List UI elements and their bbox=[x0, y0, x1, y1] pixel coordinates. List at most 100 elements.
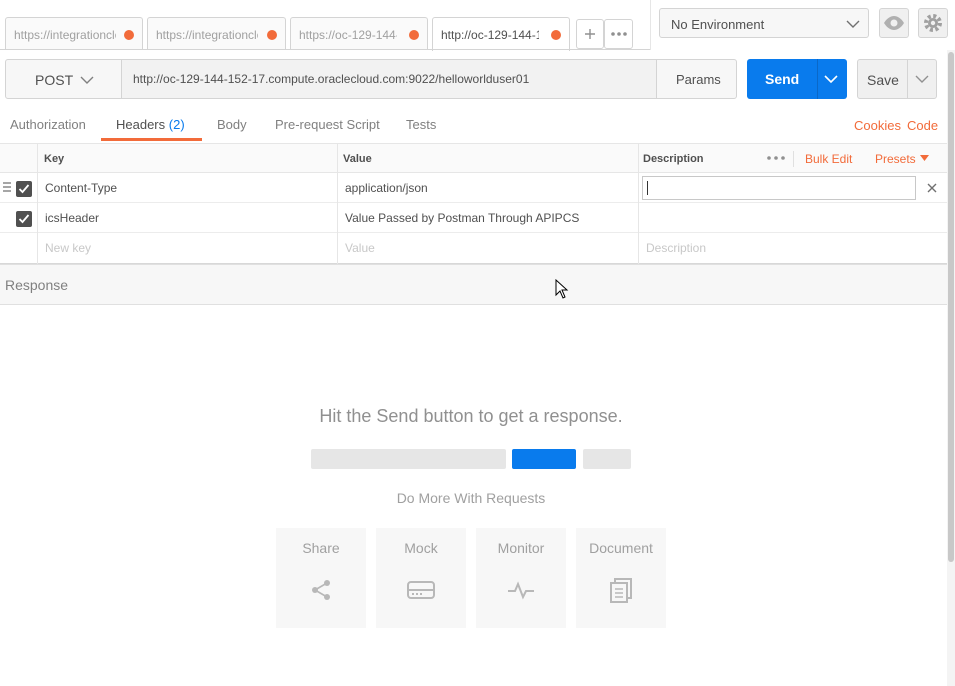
cookies-link[interactable]: Cookies bbox=[854, 118, 901, 133]
request-tab-4[interactable]: http://oc-129-144-152 bbox=[432, 17, 570, 51]
tab-label: https://integrationcloud bbox=[14, 28, 116, 42]
tab-label: https://integrationcloud bbox=[156, 28, 258, 42]
save-button[interactable]: Save bbox=[857, 59, 937, 99]
plus-icon bbox=[585, 29, 595, 39]
do-more-heading: Do More With Requests bbox=[396, 490, 546, 506]
more-icon bbox=[611, 32, 627, 36]
document-card[interactable]: Document bbox=[576, 528, 666, 628]
unsaved-dot-icon bbox=[267, 30, 277, 40]
column-header-value: Value bbox=[343, 153, 372, 165]
column-divider bbox=[638, 143, 639, 264]
method-select[interactable]: POST bbox=[6, 60, 122, 98]
tab-label: http://oc-129-144-152 bbox=[441, 28, 539, 42]
share-card[interactable]: Share bbox=[276, 528, 366, 628]
more-icon[interactable] bbox=[764, 151, 788, 165]
request-bar: POST http://oc-129-144-152-17.compute.or… bbox=[5, 59, 737, 99]
params-button[interactable]: Params bbox=[656, 60, 737, 98]
divider bbox=[907, 60, 908, 98]
tab-body[interactable]: Body bbox=[217, 117, 247, 132]
url-value: http://oc-129-144-152-17.compute.oraclec… bbox=[133, 72, 530, 86]
url-input[interactable]: http://oc-129-144-152-17.compute.oraclec… bbox=[122, 60, 656, 98]
new-tab-button[interactable] bbox=[576, 19, 604, 49]
tab-tests[interactable]: Tests bbox=[406, 117, 436, 132]
request-tab-strip: https://integrationcloud https://integra… bbox=[0, 0, 650, 51]
header-value[interactable]: application/json bbox=[345, 181, 428, 195]
divider bbox=[817, 59, 818, 99]
column-header-description: Description bbox=[643, 153, 704, 165]
save-label: Save bbox=[867, 72, 899, 88]
placeholder-bar bbox=[583, 449, 631, 469]
scrollbar-thumb[interactable] bbox=[948, 52, 954, 562]
checkmark-icon bbox=[18, 184, 30, 194]
column-header-key: Key bbox=[44, 153, 65, 165]
eye-icon bbox=[884, 16, 904, 30]
code-link[interactable]: Code bbox=[907, 118, 938, 133]
tab-headers[interactable]: Headers (2) bbox=[116, 117, 185, 132]
tab-headers-label: Headers bbox=[116, 117, 166, 132]
new-description-input[interactable]: Description bbox=[646, 241, 706, 255]
chevron-down-icon[interactable] bbox=[915, 73, 929, 85]
share-icon bbox=[312, 580, 330, 600]
environment-value: No Environment bbox=[671, 17, 765, 32]
presets-link[interactable]: Presets bbox=[875, 152, 916, 166]
placeholder-send-bar bbox=[512, 449, 576, 469]
response-hint: Hit the Send button to get a response. bbox=[319, 406, 623, 426]
divider bbox=[650, 0, 651, 50]
headers-count: (2) bbox=[168, 117, 185, 132]
header-key[interactable]: Content-Type bbox=[45, 181, 117, 195]
caret-down-icon bbox=[920, 155, 929, 161]
send-label: Send bbox=[765, 71, 800, 87]
gear-icon bbox=[924, 14, 942, 32]
new-key-input[interactable]: New key bbox=[45, 241, 91, 255]
tab-options-button[interactable] bbox=[604, 19, 633, 49]
row-enabled-checkbox[interactable] bbox=[16, 181, 32, 197]
tab-strip-border bbox=[0, 49, 650, 50]
document-icon bbox=[610, 578, 632, 603]
tab-authorization[interactable]: Authorization bbox=[10, 117, 86, 132]
card-label: Document bbox=[589, 540, 653, 556]
params-label: Params bbox=[676, 72, 721, 87]
drag-handle-icon[interactable] bbox=[3, 182, 11, 194]
manage-environments-button[interactable] bbox=[918, 8, 948, 38]
close-icon[interactable] bbox=[926, 182, 938, 194]
text-caret bbox=[647, 181, 648, 195]
response-title: Response bbox=[5, 277, 69, 293]
table-row: Content-Type application/json bbox=[0, 173, 947, 203]
header-value[interactable]: Value Passed by Postman Through APIPCS bbox=[345, 211, 579, 225]
column-divider bbox=[37, 143, 38, 264]
chevron-down-icon bbox=[846, 20, 860, 28]
environment-quick-look-button[interactable] bbox=[879, 8, 909, 38]
request-tab-1[interactable]: https://integrationcloud bbox=[5, 17, 143, 50]
description-input[interactable] bbox=[642, 176, 916, 200]
environment-select[interactable]: No Environment bbox=[659, 8, 869, 38]
placeholder-bar bbox=[311, 449, 506, 469]
checkmark-icon bbox=[18, 214, 30, 224]
bulk-edit-link[interactable]: Bulk Edit bbox=[805, 152, 852, 166]
divider bbox=[793, 151, 794, 167]
method-value: POST bbox=[35, 72, 74, 88]
card-label: Mock bbox=[404, 540, 438, 556]
card-label: Share bbox=[302, 540, 340, 556]
server-icon bbox=[407, 581, 435, 599]
unsaved-dot-icon bbox=[124, 30, 134, 40]
request-tab-2[interactable]: https://integrationcloud bbox=[147, 17, 286, 50]
unsaved-dot-icon bbox=[409, 30, 419, 40]
chevron-down-icon[interactable] bbox=[824, 73, 838, 85]
chevron-down-icon bbox=[80, 76, 94, 84]
mock-card[interactable]: Mock bbox=[376, 528, 466, 628]
send-button[interactable]: Send bbox=[747, 59, 847, 99]
table-row: icsHeader Value Passed by Postman Throug… bbox=[0, 203, 947, 233]
unsaved-dot-icon bbox=[551, 30, 561, 40]
request-tab-3[interactable]: https://oc-129-144-152 bbox=[290, 17, 428, 50]
active-tab-indicator bbox=[101, 138, 202, 141]
monitor-card[interactable]: Monitor bbox=[476, 528, 566, 628]
card-label: Monitor bbox=[497, 540, 545, 556]
tab-prerequest-script[interactable]: Pre-request Script bbox=[275, 117, 380, 132]
headers-table: Key Value Description Bulk Edit Presets … bbox=[0, 143, 947, 264]
new-value-input[interactable]: Value bbox=[345, 241, 375, 255]
tab-label: https://oc-129-144-152 bbox=[299, 28, 397, 42]
column-divider bbox=[337, 143, 338, 264]
row-enabled-checkbox[interactable] bbox=[16, 211, 32, 227]
pulse-icon bbox=[508, 581, 534, 600]
header-key[interactable]: icsHeader bbox=[45, 211, 99, 225]
